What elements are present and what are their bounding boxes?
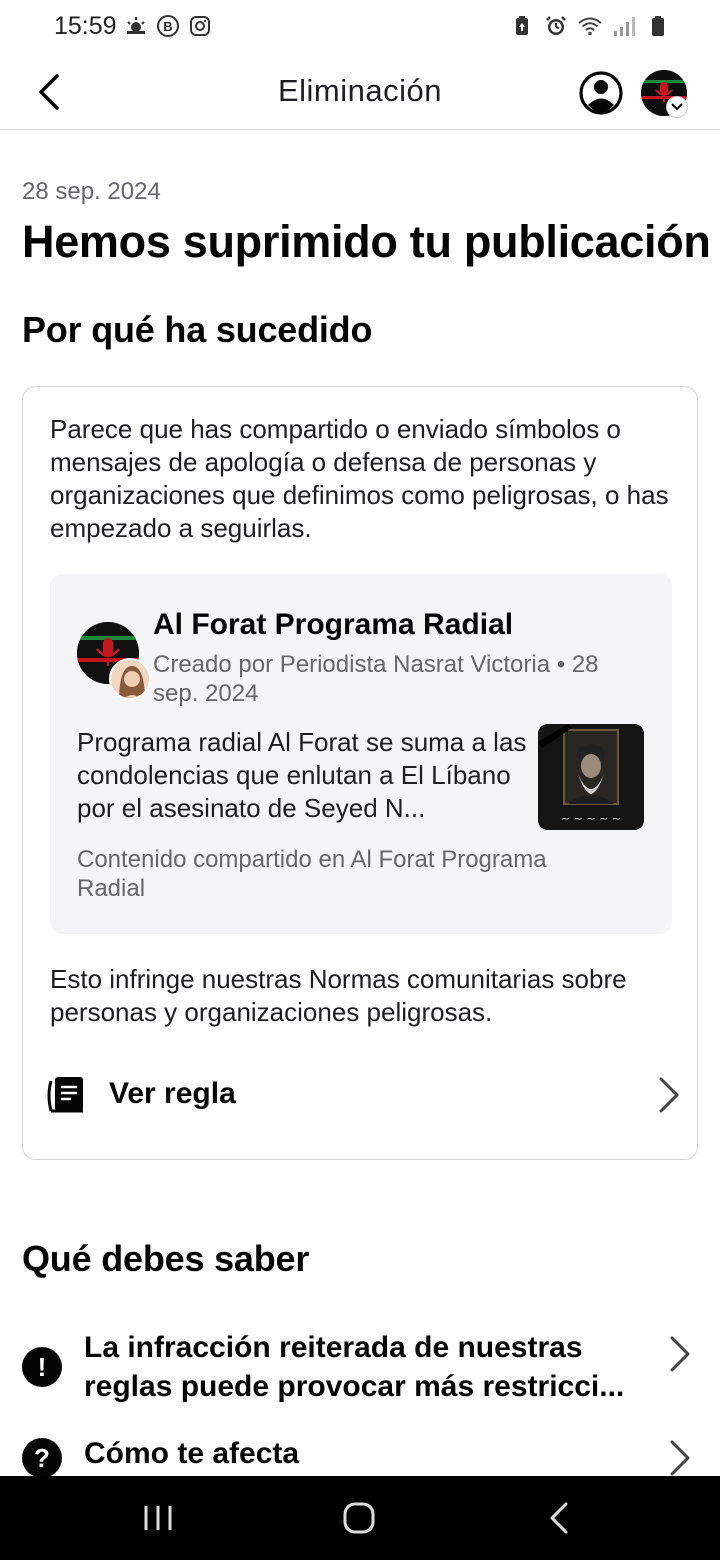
svg-text:B: B [163, 19, 172, 34]
portrait-image-icon: ~ ~ ~ ~ ~ [538, 724, 644, 830]
chevron-right-icon [670, 1440, 690, 1476]
reason-card: Parece que has compartido o enviado símb… [22, 386, 698, 1160]
alarm-icon [546, 16, 566, 35]
post-avatar [77, 622, 151, 700]
post-shared-in: Contenido compartido en Al Forat Program… [77, 846, 547, 902]
b-icon: B [157, 15, 179, 37]
rule-violation-text: Esto infringe nuestras Normas comunitari… [50, 964, 627, 1027]
removed-post-preview[interactable]: Al Forat Programa Radial Creado por Peri… [50, 574, 672, 934]
signal-icon [614, 17, 635, 36]
person-photo-icon [111, 660, 149, 698]
removal-heading: Hemos suprimido tu publicación [22, 216, 711, 267]
post-page-name: Al Forat Programa Radial [153, 608, 514, 641]
app-bar: Eliminación [0, 56, 720, 130]
wifi-icon [578, 17, 602, 36]
status-time: 15:59 [54, 12, 117, 40]
author-avatar [109, 658, 151, 700]
removal-date: 28 sep. 2024 [22, 178, 161, 205]
post-body-text: Programa radial Al Forat se suma a las c… [77, 727, 527, 823]
view-rule-button[interactable]: Ver regla [43, 1067, 683, 1123]
battery-saver-icon [516, 16, 528, 35]
question-icon: ? [22, 1438, 62, 1478]
profile-icon[interactable] [578, 70, 624, 116]
recent-apps-icon[interactable] [138, 1498, 178, 1538]
system-back-icon[interactable] [540, 1498, 580, 1538]
svg-text:~ ~ ~ ~ ~: ~ ~ ~ ~ ~ [561, 812, 621, 825]
how-it-affects-label: Cómo te afecta [84, 1437, 300, 1470]
what-to-know-title: Qué debes saber [22, 1238, 310, 1279]
rulebook-icon [47, 1077, 83, 1113]
chevron-right-icon [659, 1077, 679, 1113]
status-right-icons [510, 14, 670, 38]
repeated-violation-label: La infracción reiterada de nuestras regl… [84, 1331, 625, 1403]
chevron-right-icon [670, 1336, 690, 1372]
weather-icon [127, 17, 145, 34]
why-section-title: Por qué ha sucedido [22, 309, 373, 350]
system-nav-bar [0, 1476, 720, 1560]
switch-account-badge[interactable] [666, 96, 688, 118]
home-icon[interactable] [339, 1498, 379, 1538]
chevron-down-icon [671, 103, 683, 111]
post-thumbnail: ~ ~ ~ ~ ~ [538, 724, 644, 830]
repeated-violation-item[interactable]: ! La infracción reiterada de nuestras re… [22, 1328, 698, 1408]
battery-icon [652, 16, 664, 36]
reason-text: Parece que has compartido o enviado símb… [50, 414, 669, 543]
view-rule-label: Ver regla [109, 1077, 236, 1110]
status-bar: 15:59 B [0, 0, 720, 56]
post-meta: Creado por Periodista Nasrat Victoria • … [153, 651, 599, 707]
status-left-icons: B [124, 14, 212, 38]
instagram-icon [190, 16, 210, 36]
exclamation-icon: ! [22, 1347, 62, 1387]
